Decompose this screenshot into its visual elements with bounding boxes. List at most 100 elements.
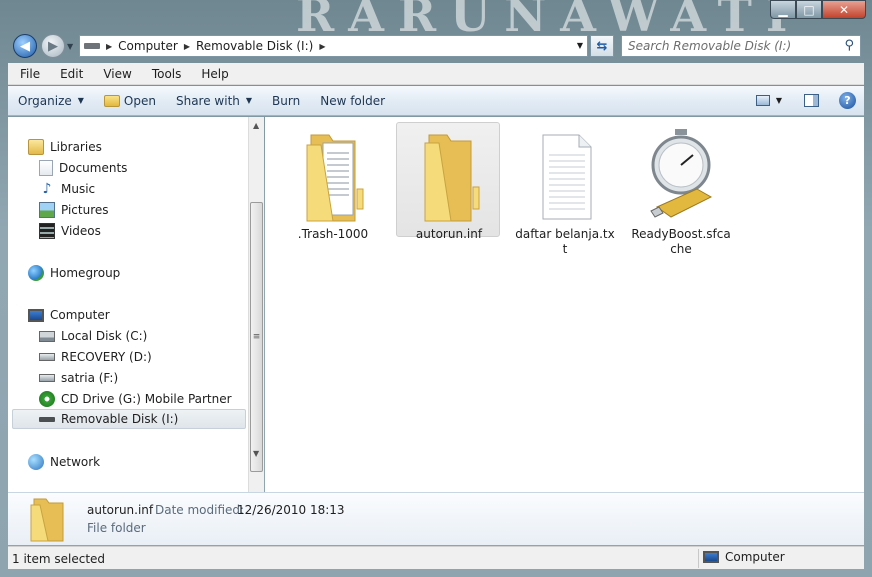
scrollbar-thumb[interactable]: ≡ <box>250 202 263 472</box>
breadcrumb-arrow-icon[interactable]: ▶ <box>106 42 112 51</box>
back-button[interactable]: ◀ <box>13 34 37 58</box>
scroll-down-arrow-icon[interactable]: ▼ <box>253 449 259 458</box>
new-folder-button[interactable]: New folder <box>310 94 395 108</box>
command-bar: Organize ▼ Open Share with ▼ Burn New fold… <box>8 86 864 116</box>
close-button[interactable]: ✕ <box>822 0 866 19</box>
refresh-button[interactable]: ⇆ <box>590 35 614 57</box>
open-folder-icon <box>103 94 120 107</box>
computer-icon <box>703 551 719 563</box>
address-dropdown-icon[interactable]: ▼ <box>577 41 583 50</box>
breadcrumb-computer[interactable]: Computer <box>118 39 178 53</box>
status-divider <box>698 549 699 568</box>
recent-pages-dropdown-icon[interactable]: ▼ <box>67 42 73 51</box>
nav-recovery-d-label: RECOVERY (D:) <box>61 350 152 364</box>
readyboost-stopwatch-icon <box>650 129 713 218</box>
file-item-trash-folder[interactable]: .Trash-1000 <box>281 123 385 241</box>
folder-with-documents-icon <box>306 134 364 222</box>
nav-recovery-d[interactable]: RECOVERY (D:) <box>39 347 152 367</box>
hard-drive-icon <box>39 374 55 382</box>
nav-videos[interactable]: Videos <box>39 221 101 241</box>
nav-libraries-label: Libraries <box>50 140 102 154</box>
file-name-label: daftar belanja.txt <box>515 227 615 256</box>
drive-icon <box>84 43 100 49</box>
folder-icon <box>424 134 480 222</box>
view-controls: ▼ ? <box>755 92 856 109</box>
view-options-dropdown-icon[interactable]: ▼ <box>776 96 782 105</box>
share-with-button[interactable]: Share with ▼ <box>166 94 262 108</box>
status-bar: 1 item selected Computer <box>8 546 864 569</box>
organize-button[interactable]: Organize ▼ <box>8 94 94 108</box>
file-name-label: ReadyBoost.sfcache <box>631 227 731 256</box>
open-label: Open <box>123 93 156 108</box>
usb-drive-icon <box>39 416 55 422</box>
nav-music-label: Music <box>61 182 96 196</box>
navigation-pane: Libraries Documents ♪ Music Pictures Vid… <box>8 117 248 492</box>
address-row: ◀ ▶ ▼ ▶ Computer ▶ Removable Disk (I:) ▶… <box>0 30 872 62</box>
nav-libraries[interactable]: Libraries <box>28 137 102 157</box>
network-icon <box>28 454 44 470</box>
title-bar: RARUNAWATI ▁ □ ✕ <box>0 0 872 42</box>
file-item-readyboost[interactable]: ReadyBoost.sfcache <box>629 123 733 256</box>
nav-pictures[interactable]: Pictures <box>39 200 109 220</box>
nav-homegroup-label: Homegroup <box>50 266 121 280</box>
hard-drive-icon <box>39 353 55 361</box>
scroll-up-arrow-icon[interactable]: ▲ <box>253 121 259 130</box>
help-icon[interactable]: ? <box>839 92 856 109</box>
search-icon[interactable]: ⚲ <box>844 38 854 53</box>
nav-cd-drive-g-label: CD Drive (G:) Mobile Partner <box>61 392 232 406</box>
nav-pictures-label: Pictures <box>61 203 109 217</box>
nav-computer[interactable]: Computer <box>28 305 110 325</box>
nav-removable-disk-i-label: Removable Disk (I:) <box>61 412 179 426</box>
minimize-button[interactable]: ▁ <box>770 0 796 19</box>
file-item-autorun-folder[interactable]: autorun.inf <box>396 122 500 241</box>
menu-tools[interactable]: Tools <box>140 67 190 81</box>
menu-file[interactable]: File <box>8 67 48 81</box>
navigation-scrollbar[interactable]: ▲ ≡ ▼ <box>248 117 264 492</box>
details-pane: autorun.inf Date modified: 12/26/2010 18… <box>8 492 864 545</box>
menu-view[interactable]: View <box>91 67 139 81</box>
burn-button[interactable]: Burn <box>262 94 310 108</box>
details-file-type: File folder <box>87 521 146 535</box>
menu-edit[interactable]: Edit <box>48 67 91 81</box>
file-name-label: .Trash-1000 <box>297 227 369 241</box>
window-bottom-border <box>0 569 872 577</box>
breadcrumb-arrow-icon[interactable]: ▶ <box>319 42 325 51</box>
open-button[interactable]: Open <box>94 94 166 108</box>
maximize-button[interactable]: □ <box>796 0 822 19</box>
nav-computer-label: Computer <box>50 308 110 322</box>
nav-satria-f[interactable]: satria (F:) <box>39 368 118 388</box>
nav-local-disk-c[interactable]: Local Disk (C:) <box>39 326 147 346</box>
folder-icon <box>30 498 64 542</box>
status-location-label: Computer <box>725 550 785 564</box>
file-list-pane: .Trash-1000 autorun.inf daftar belanja.t… <box>265 117 864 492</box>
nav-documents[interactable]: Documents <box>39 158 127 178</box>
breadcrumb-arrow-icon[interactable]: ▶ <box>184 42 190 51</box>
search-input[interactable]: Search Removable Disk (I:) ⚲ <box>621 35 861 57</box>
text-document-icon <box>542 134 592 220</box>
nav-cd-drive-g[interactable]: CD Drive (G:) Mobile Partner <box>39 389 232 409</box>
change-view-icon[interactable] <box>755 95 770 106</box>
address-bar[interactable]: ▶ Computer ▶ Removable Disk (I:) ▶ ▼ <box>79 35 588 57</box>
nav-network[interactable]: Network <box>28 452 100 472</box>
pictures-icon <box>39 202 55 218</box>
nav-homegroup[interactable]: Homegroup <box>28 263 120 283</box>
videos-icon <box>39 223 55 239</box>
nav-music[interactable]: ♪ Music <box>39 179 96 199</box>
breadcrumb-removable-disk[interactable]: Removable Disk (I:) <box>196 39 313 53</box>
computer-icon <box>28 308 44 322</box>
menu-bar: File Edit View Tools Help <box>8 63 864 85</box>
homegroup-icon <box>28 265 44 281</box>
nav-satria-f-label: satria (F:) <box>61 371 119 385</box>
forward-button[interactable]: ▶ <box>41 34 65 58</box>
details-modified-value: 12/26/2010 18:13 <box>237 503 345 517</box>
details-file-name: autorun.inf <box>87 503 154 517</box>
music-note-icon: ♪ <box>42 181 52 197</box>
search-placeholder: Search Removable Disk (I:) <box>628 39 792 53</box>
file-item-text-file[interactable]: daftar belanja.txt <box>513 123 617 256</box>
preview-pane-icon[interactable] <box>804 94 819 107</box>
nav-removable-disk-i[interactable]: Removable Disk (I:) <box>12 409 246 429</box>
nav-network-label: Network <box>50 455 101 469</box>
chevron-down-icon: ▼ <box>245 96 253 105</box>
menu-help[interactable]: Help <box>189 67 236 81</box>
selection-count: 1 item selected <box>12 552 106 566</box>
